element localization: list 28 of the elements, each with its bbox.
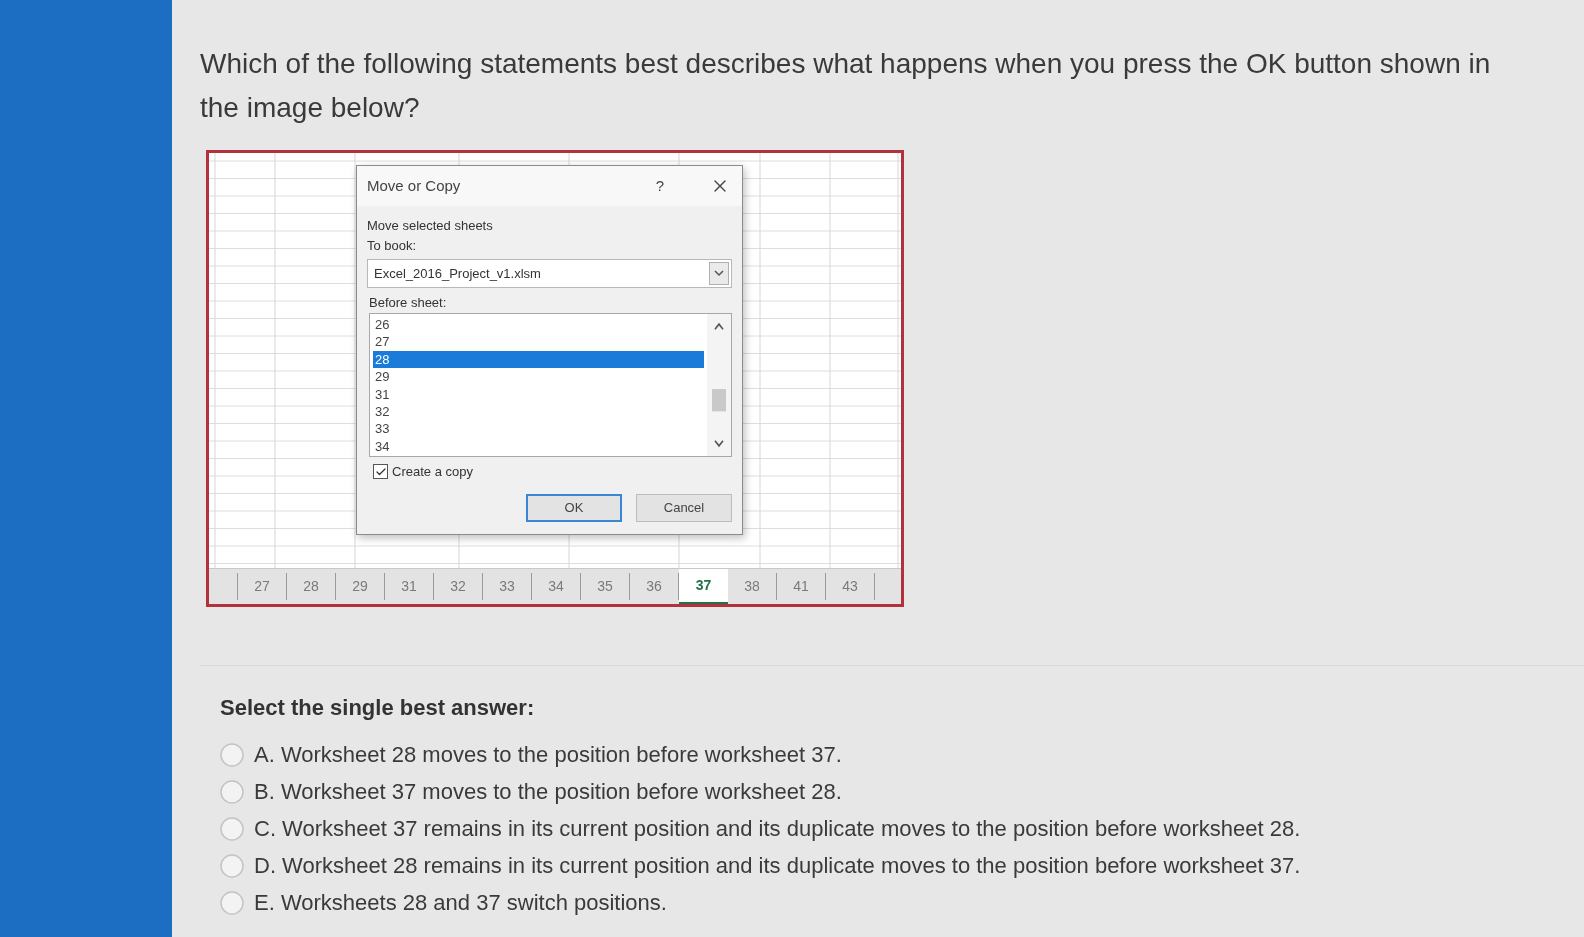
answer-option[interactable]: E. Worksheets 28 and 37 switch positions. xyxy=(220,884,1584,921)
list-item[interactable]: 34 xyxy=(373,437,704,456)
section-label: Move selected sheets xyxy=(367,217,494,235)
list-item[interactable]: 31 xyxy=(373,385,704,403)
question-text: Which of the following statements best describes what happens when you press the OK button shown in the image below? xyxy=(200,47,1492,125)
answer-option[interactable]: C. Worksheet 37 remains in its current position and its duplicate moves to the position before worksheet 28. xyxy=(220,810,1584,847)
answer-prompt: Select the single best answer: xyxy=(220,694,536,722)
dialog-button[interactable]: OK xyxy=(526,493,622,522)
answer-option[interactable]: A. Worksheet 28 moves to the position before worksheet 37. xyxy=(220,736,1584,773)
create-copy-checkbox[interactable]: Create a copy xyxy=(367,462,732,482)
book-dropdown[interactable]: Excel_2016_Project_v1.xlsm xyxy=(367,259,732,288)
answer-option[interactable]: D. Worksheet 28 remains in its current position and its duplicate moves to the position before worksheet 37. xyxy=(220,847,1584,884)
list-item[interactable]: 28 xyxy=(373,350,704,369)
list-item[interactable]: 26 xyxy=(373,316,704,334)
help-button[interactable]: ? xyxy=(655,174,664,198)
answer-option[interactable]: B. Worksheet 37 moves to the position before worksheet 28. xyxy=(220,773,1584,810)
before-sheet-label: Before sheet: xyxy=(368,294,448,312)
list-item[interactable]: 27 xyxy=(373,333,704,351)
to-book-label: To book: xyxy=(367,237,418,255)
dialog-button[interactable]: Cancel xyxy=(636,493,732,522)
sheet-tab[interactable]: 37 xyxy=(679,569,728,604)
list-item[interactable]: 29 xyxy=(373,368,704,386)
list-item[interactable]: 32 xyxy=(373,402,704,421)
list-item[interactable]: 33 xyxy=(373,420,704,438)
sheet-listbox[interactable]: 26 27 28 29 31 32 33 34 xyxy=(369,313,732,457)
scrollbar[interactable] xyxy=(707,314,731,456)
dialog-title: Move or Copy xyxy=(367,175,461,196)
chevron-down-icon xyxy=(709,262,729,285)
